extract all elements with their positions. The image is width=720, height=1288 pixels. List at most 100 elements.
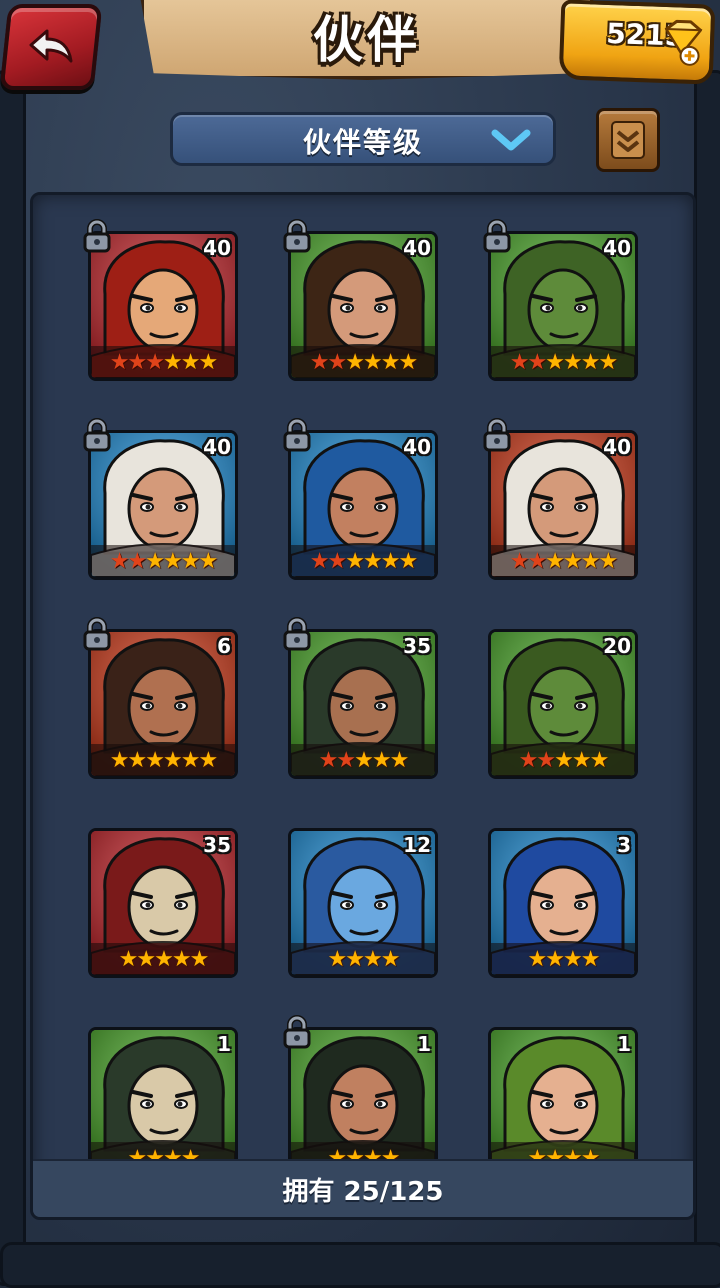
star-icon: ★ xyxy=(545,349,565,375)
star-rating: ★ ★ ★ ★ ★ ★ xyxy=(291,545,435,577)
partner-card[interactable]: 3 ★ ★ ★ ★ xyxy=(488,828,638,978)
star-icon: ★ xyxy=(145,349,165,375)
partner-level: 40 xyxy=(603,435,631,459)
star-icon: ★ xyxy=(109,349,130,375)
partner-level: 20 xyxy=(603,634,631,658)
star-icon: ★ xyxy=(509,548,530,574)
star-icon: ★ xyxy=(180,349,201,375)
back-button[interactable] xyxy=(0,4,103,90)
star-icon: ★ xyxy=(345,946,365,972)
partner-card[interactable]: 40 ★ ★ ★ ★ ★ ★ xyxy=(288,430,438,580)
star-icon: ★ xyxy=(580,946,601,972)
star-rating: ★ ★ ★ ★ ★ ★ xyxy=(91,744,235,776)
star-icon: ★ xyxy=(389,747,410,773)
star-icon: ★ xyxy=(536,747,556,773)
star-icon: ★ xyxy=(109,747,130,773)
partner-card[interactable]: 1 ★ ★ ★ ★ xyxy=(488,1027,638,1161)
star-icon: ★ xyxy=(163,548,183,574)
star-icon: ★ xyxy=(327,548,348,574)
star-icon: ★ xyxy=(527,548,548,574)
gem-plus-icon xyxy=(664,19,703,66)
star-icon: ★ xyxy=(127,747,148,773)
partner-card[interactable]: 40 ★ ★ ★ ★ ★ ★ xyxy=(488,430,638,580)
lock-icon xyxy=(83,418,111,452)
star-icon: ★ xyxy=(180,548,201,574)
star-icon: ★ xyxy=(127,349,148,375)
star-icon: ★ xyxy=(318,747,339,773)
star-icon: ★ xyxy=(163,747,183,773)
title-banner: 伙伴 xyxy=(140,0,594,80)
partner-card[interactable]: 20 ★ ★ ★ ★ ★ xyxy=(488,629,638,779)
star-icon: ★ xyxy=(380,349,401,375)
lock-icon xyxy=(283,418,311,452)
star-rating: ★ ★ ★ ★ ★ ★ xyxy=(91,346,235,378)
partner-panel: 40 ★ ★ ★ ★ ★ ★ 40 ★ ★ ★ ★ ★ ★ 40 ★ ★ ★ ★ ★ ★ 40 ★ ★ ★ ★ ★ ★ 40 ★ ★ ★ ★ ★ ★… xyxy=(30,192,696,1220)
star-icon: ★ xyxy=(398,349,418,375)
scroll-sort-button[interactable] xyxy=(596,108,660,172)
sort-filter-dropdown[interactable]: 伙伴等级 xyxy=(170,112,556,166)
star-icon: ★ xyxy=(354,747,374,773)
partner-level: 35 xyxy=(203,833,231,857)
partner-level: 1 xyxy=(217,1032,231,1056)
partner-level: 40 xyxy=(203,236,231,260)
partner-level: 40 xyxy=(203,435,231,459)
partner-level: 40 xyxy=(403,435,431,459)
star-icon: ★ xyxy=(136,946,156,972)
partner-level: 35 xyxy=(403,634,431,658)
partner-card[interactable]: 1 ★ ★ ★ ★ xyxy=(88,1027,238,1161)
star-icon: ★ xyxy=(309,349,330,375)
partner-card[interactable]: 12 ★ ★ ★ ★ xyxy=(288,828,438,978)
partner-card[interactable]: 35 ★ ★ ★ ★ ★ xyxy=(88,828,238,978)
star-icon: ★ xyxy=(145,548,165,574)
star-icon: ★ xyxy=(589,747,610,773)
lock-icon xyxy=(283,1015,311,1049)
star-rating: ★ ★ ★ ★ ★ ★ xyxy=(91,545,235,577)
star-icon: ★ xyxy=(363,349,383,375)
partner-card[interactable]: 40 ★ ★ ★ ★ ★ ★ xyxy=(88,231,238,381)
star-icon: ★ xyxy=(545,946,565,972)
star-icon: ★ xyxy=(518,747,539,773)
star-icon: ★ xyxy=(580,349,601,375)
partner-level: 1 xyxy=(617,1032,631,1056)
rock-border-left xyxy=(0,70,26,1286)
partner-card[interactable]: 35 ★ ★ ★ ★ ★ xyxy=(288,629,438,779)
star-icon: ★ xyxy=(509,349,530,375)
partner-card[interactable]: 40 ★ ★ ★ ★ ★ ★ xyxy=(88,430,238,580)
star-rating: ★ ★ ★ ★ xyxy=(291,943,435,975)
lock-icon xyxy=(483,418,511,452)
lock-icon xyxy=(83,219,111,253)
star-icon: ★ xyxy=(380,548,401,574)
star-icon: ★ xyxy=(309,548,330,574)
star-icon: ★ xyxy=(118,946,139,972)
star-icon: ★ xyxy=(580,548,601,574)
partner-level: 40 xyxy=(403,236,431,260)
lock-icon xyxy=(283,219,311,253)
lock-icon xyxy=(83,617,111,651)
star-icon: ★ xyxy=(554,747,574,773)
star-icon: ★ xyxy=(327,946,348,972)
star-icon: ★ xyxy=(563,946,583,972)
star-rating: ★ ★ ★ ★ ★ ★ xyxy=(491,545,635,577)
partner-level: 6 xyxy=(217,634,231,658)
rock-border-right xyxy=(694,70,720,1286)
partner-card[interactable]: 40 ★ ★ ★ ★ ★ ★ xyxy=(288,231,438,381)
star-icon: ★ xyxy=(171,946,192,972)
star-icon: ★ xyxy=(327,349,348,375)
star-rating: ★ ★ ★ ★ ★ ★ xyxy=(291,346,435,378)
star-icon: ★ xyxy=(545,548,565,574)
star-icon: ★ xyxy=(380,946,401,972)
star-icon: ★ xyxy=(145,747,165,773)
partner-level: 3 xyxy=(617,833,631,857)
back-arrow-icon xyxy=(29,29,73,63)
star-icon: ★ xyxy=(345,349,365,375)
star-icon: ★ xyxy=(598,548,618,574)
star-icon: ★ xyxy=(527,946,548,972)
rock-border-bottom xyxy=(0,1242,720,1288)
gem-currency[interactable]: 5215 xyxy=(558,0,716,85)
partner-card[interactable]: 40 ★ ★ ★ ★ ★ ★ xyxy=(488,231,638,381)
partner-grid[interactable]: 40 ★ ★ ★ ★ ★ ★ 40 ★ ★ ★ ★ ★ ★ 40 ★ ★ ★ ★ ★ ★ 40 ★ ★ ★ ★ ★ ★ 40 ★ ★ ★ ★ ★ ★… xyxy=(33,195,693,1161)
page-title: 伙伴 xyxy=(313,11,421,69)
partner-card[interactable]: 6 ★ ★ ★ ★ ★ ★ xyxy=(88,629,238,779)
star-icon: ★ xyxy=(345,548,365,574)
lock-icon xyxy=(283,617,311,651)
